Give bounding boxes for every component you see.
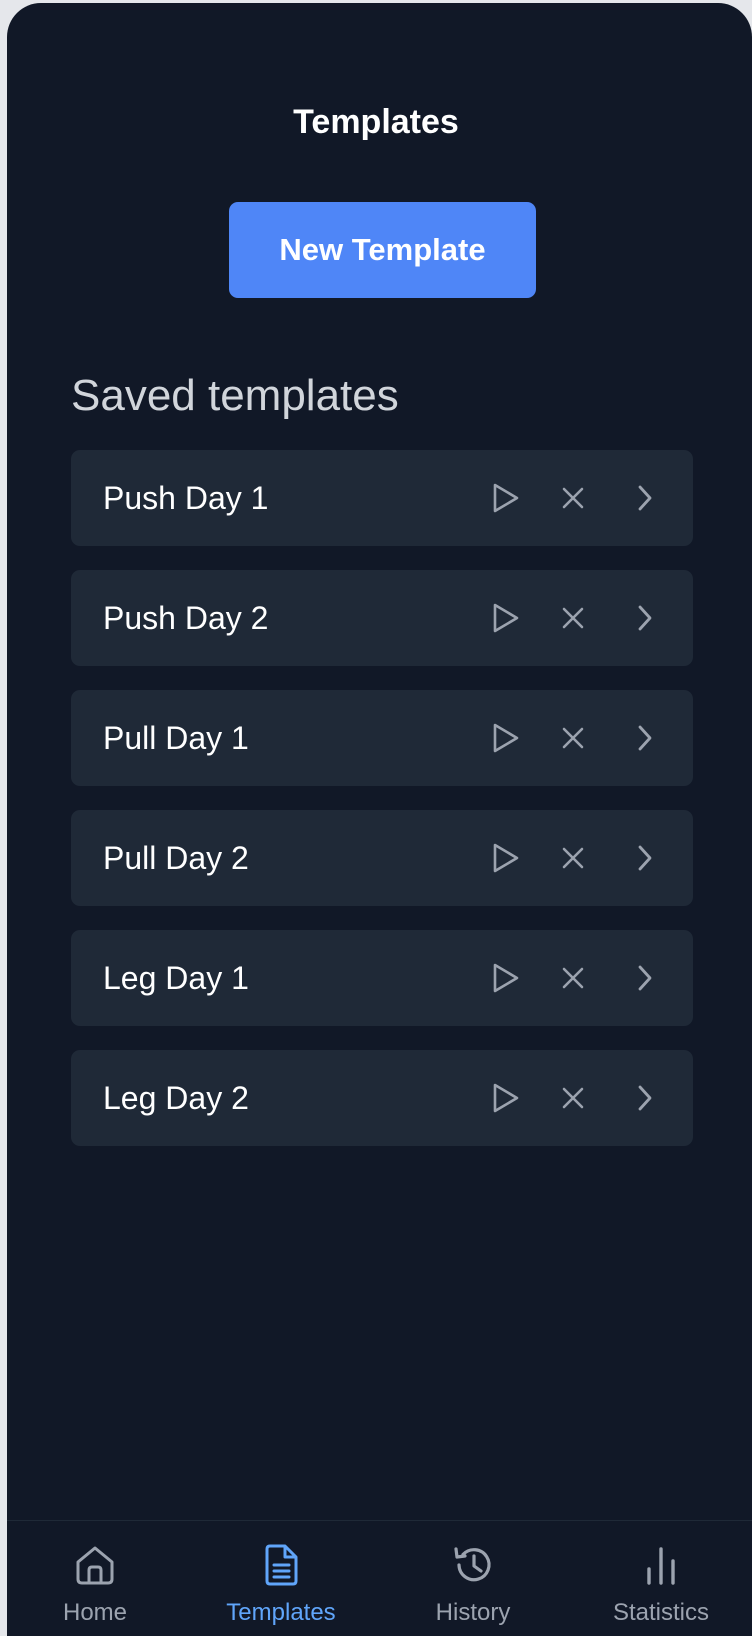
nav-item-history[interactable]: History xyxy=(383,1521,563,1636)
template-card[interactable]: Leg Day 2 xyxy=(71,1050,693,1146)
section-title: Saved templates xyxy=(71,371,399,420)
close-icon[interactable] xyxy=(555,480,591,516)
template-card[interactable]: Pull Day 1 xyxy=(71,690,693,786)
close-icon[interactable] xyxy=(555,720,591,756)
nav-label: Statistics xyxy=(612,1599,710,1626)
play-icon[interactable] xyxy=(488,600,524,636)
home-icon xyxy=(73,1543,117,1587)
chevron-right-icon[interactable] xyxy=(627,480,663,516)
app-screen: Templates New Template Saved templates P… xyxy=(7,3,752,1636)
new-template-button[interactable]: New Template xyxy=(229,202,536,298)
history-icon xyxy=(451,1543,495,1587)
nav-item-home[interactable]: Home xyxy=(7,1521,185,1636)
chevron-right-icon[interactable] xyxy=(627,960,663,996)
play-icon[interactable] xyxy=(488,480,524,516)
nav-item-templates[interactable]: Templates xyxy=(191,1521,371,1636)
template-card[interactable]: Leg Day 1 xyxy=(71,930,693,1026)
close-icon[interactable] xyxy=(555,840,591,876)
close-icon[interactable] xyxy=(555,1080,591,1116)
bar-chart-icon xyxy=(639,1543,683,1587)
document-icon xyxy=(259,1543,303,1587)
play-icon[interactable] xyxy=(488,1080,524,1116)
bottom-nav: Home Templates History Statistics xyxy=(7,1520,752,1636)
nav-item-statistics[interactable]: Statistics xyxy=(571,1521,751,1636)
template-name: Leg Day 2 xyxy=(103,1079,249,1116)
template-card[interactable]: Push Day 2 xyxy=(71,570,693,666)
play-icon[interactable] xyxy=(488,840,524,876)
chevron-right-icon[interactable] xyxy=(627,720,663,756)
play-icon[interactable] xyxy=(488,720,524,756)
template-card[interactable]: Push Day 1 xyxy=(71,450,693,546)
template-name: Pull Day 2 xyxy=(103,839,249,876)
chevron-right-icon[interactable] xyxy=(627,600,663,636)
chevron-right-icon[interactable] xyxy=(627,840,663,876)
page-title: Templates xyxy=(293,103,459,141)
play-icon[interactable] xyxy=(488,960,524,996)
nav-label: History xyxy=(435,1599,511,1626)
close-icon[interactable] xyxy=(555,960,591,996)
nav-label: Home xyxy=(62,1599,128,1626)
template-name: Pull Day 1 xyxy=(103,719,249,756)
template-name: Leg Day 1 xyxy=(103,959,249,996)
nav-label: Templates xyxy=(226,1599,336,1626)
template-card[interactable]: Pull Day 2 xyxy=(71,810,693,906)
close-icon[interactable] xyxy=(555,600,591,636)
chevron-right-icon[interactable] xyxy=(627,1080,663,1116)
template-name: Push Day 2 xyxy=(103,599,269,636)
template-name: Push Day 1 xyxy=(103,479,269,516)
